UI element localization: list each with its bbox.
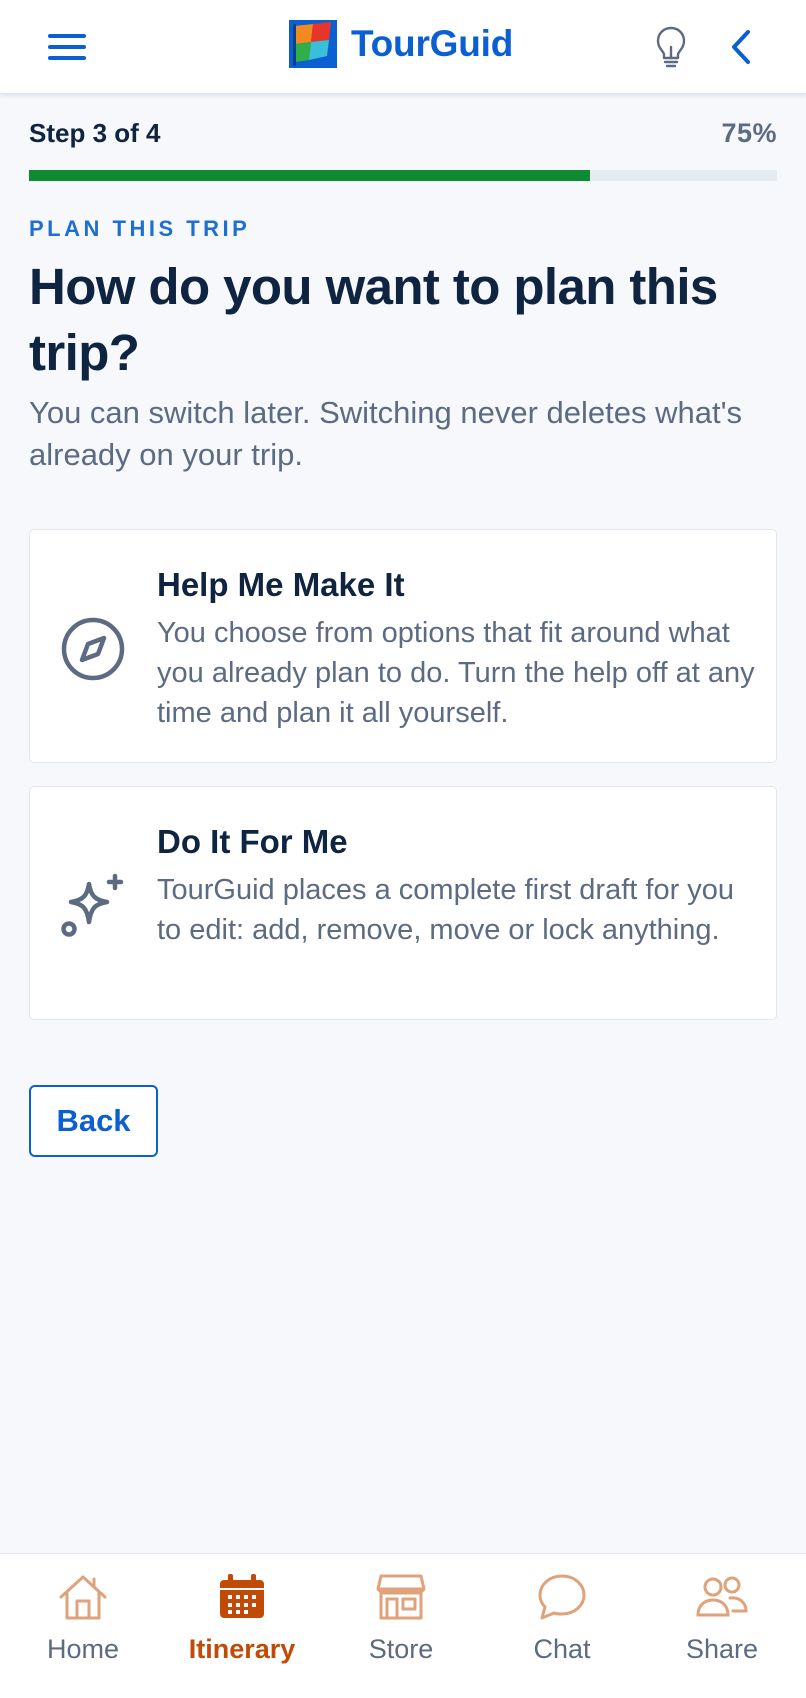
menu-button[interactable] — [36, 16, 98, 78]
tab-label: Home — [46, 1634, 120, 1664]
tips-button[interactable] — [640, 16, 702, 78]
option-description: You choose from options that fit around … — [157, 617, 755, 729]
sparkle-icon — [58, 871, 128, 941]
progress-percent: 75% — [721, 118, 777, 148]
store-icon — [374, 1570, 428, 1624]
brand-flag-logo — [289, 20, 337, 68]
people-icon — [695, 1570, 749, 1624]
tab-label: Store — [368, 1634, 434, 1664]
chevron-left-icon — [732, 30, 750, 64]
step-label: Step 3 of 4 — [29, 118, 161, 148]
page-subtitle: You can switch later. Switching never de… — [29, 395, 742, 472]
compass-icon — [58, 614, 128, 684]
header-back-button[interactable] — [710, 16, 772, 78]
back-button[interactable]: Back — [29, 1085, 158, 1157]
option-title: Help Me Make It — [157, 566, 405, 603]
home-icon — [56, 1570, 110, 1624]
tab-share[interactable]: Share — [647, 1570, 797, 1680]
option-description: TourGuid places a complete first draft f… — [157, 874, 735, 946]
lightbulb-icon — [656, 26, 686, 68]
tab-itinerary[interactable]: Itinerary — [167, 1570, 317, 1680]
section-eyebrow: PLAN THIS TRIP — [29, 216, 251, 241]
option-card-do-it-for-me[interactable]: Do It For Me TourGuid places a complete … — [29, 786, 777, 1020]
option-title: Do It For Me — [157, 823, 348, 860]
page-title: How do you want to plan this trip? — [29, 258, 718, 381]
tab-home[interactable]: Home — [8, 1570, 158, 1680]
app-header: TourGuid — [0, 0, 806, 94]
brand-name: TourGuid — [351, 23, 514, 64]
progress-bar — [29, 170, 777, 181]
tab-label: Share — [685, 1634, 759, 1664]
progress-bar-fill — [29, 170, 590, 181]
tab-store[interactable]: Store — [326, 1570, 476, 1680]
step-indicator: Step 3 of 4 75% — [29, 118, 777, 149]
menu-icon — [48, 34, 86, 60]
bottom-tab-bar: Home Itinerary Store Chat Share — [0, 1553, 806, 1698]
tab-chat[interactable]: Chat — [487, 1570, 637, 1680]
chat-bubble-icon — [535, 1570, 589, 1624]
tab-label: Chat — [533, 1634, 591, 1664]
brand-logo[interactable]: TourGuid — [289, 20, 513, 68]
option-card-help-me-make-it[interactable]: Help Me Make It You choose from options … — [29, 529, 777, 763]
tab-label: Itinerary — [188, 1634, 296, 1664]
calendar-icon — [215, 1570, 269, 1624]
